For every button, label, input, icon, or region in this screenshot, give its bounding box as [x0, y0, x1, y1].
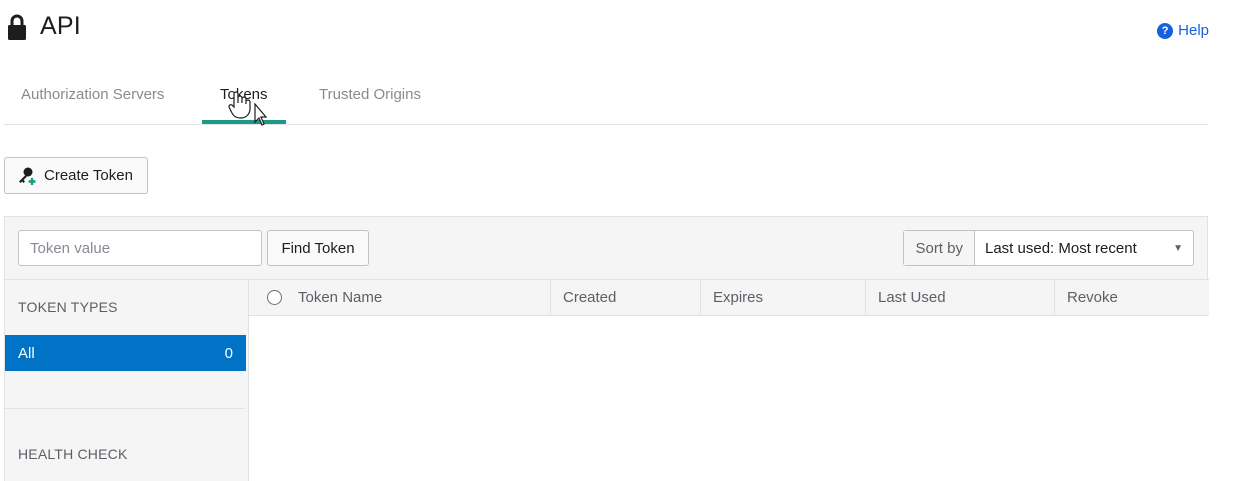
tokens-table: Token Name Created Expires Last Used Rev… [248, 279, 1209, 481]
column-label: Token Name [298, 289, 383, 306]
token-types-sidebar: TOKEN TYPES All 0 HEALTH CHECK [5, 279, 248, 481]
create-token-button[interactable]: Create Token [4, 157, 148, 194]
tab-trusted-origins[interactable]: Trusted Origins [319, 86, 421, 103]
sort-select[interactable]: Last used: Most recent ▼ [975, 231, 1193, 265]
sidebar-item-count: 0 [224, 344, 233, 362]
token-types-heading: TOKEN TYPES [18, 299, 118, 315]
active-tab-indicator [202, 120, 286, 124]
tokens-panel: Find Token Sort by Last used: Most recen… [4, 216, 1209, 481]
caret-down-icon: ▼ [1173, 242, 1183, 254]
help-label: Help [1178, 22, 1209, 39]
lock-icon [8, 14, 26, 40]
column-label: Last Used [878, 289, 946, 306]
page-title-text: API [40, 12, 81, 40]
tab-authorization-servers[interactable]: Authorization Servers [21, 86, 164, 103]
tab-tokens[interactable]: Tokens [220, 86, 268, 103]
page-title: API [8, 12, 81, 41]
column-revoke[interactable]: Revoke [1055, 280, 1209, 315]
sidebar-item-label: All [18, 344, 35, 362]
column-label: Expires [713, 289, 764, 306]
column-created[interactable]: Created [551, 280, 701, 315]
key-plus-icon [19, 167, 36, 185]
select-all-radio-icon[interactable] [267, 290, 282, 305]
health-check-heading: HEALTH CHECK [18, 446, 128, 462]
column-label: Revoke [1067, 289, 1118, 306]
column-expires[interactable]: Expires [701, 280, 866, 315]
column-label: Created [563, 289, 617, 306]
sidebar-divider [5, 408, 245, 409]
column-token-name[interactable]: Token Name [249, 280, 551, 315]
question-icon: ? [1157, 22, 1174, 39]
sort-selected-value: Last used: Most recent [985, 239, 1137, 257]
find-token-button[interactable]: Find Token [267, 230, 369, 266]
sidebar-item-all[interactable]: All 0 [5, 335, 246, 371]
token-search-input[interactable] [18, 230, 262, 266]
create-token-label: Create Token [44, 167, 133, 184]
tab-bar: Authorization Servers Tokens Trusted Ori… [4, 72, 1208, 125]
column-last-used[interactable]: Last Used [866, 280, 1055, 315]
sort-control: Sort by Last used: Most recent ▼ [903, 230, 1194, 266]
help-link[interactable]: ? Help [1157, 22, 1209, 39]
sort-by-label: Sort by [904, 231, 975, 265]
table-header: Token Name Created Expires Last Used Rev… [249, 279, 1209, 316]
